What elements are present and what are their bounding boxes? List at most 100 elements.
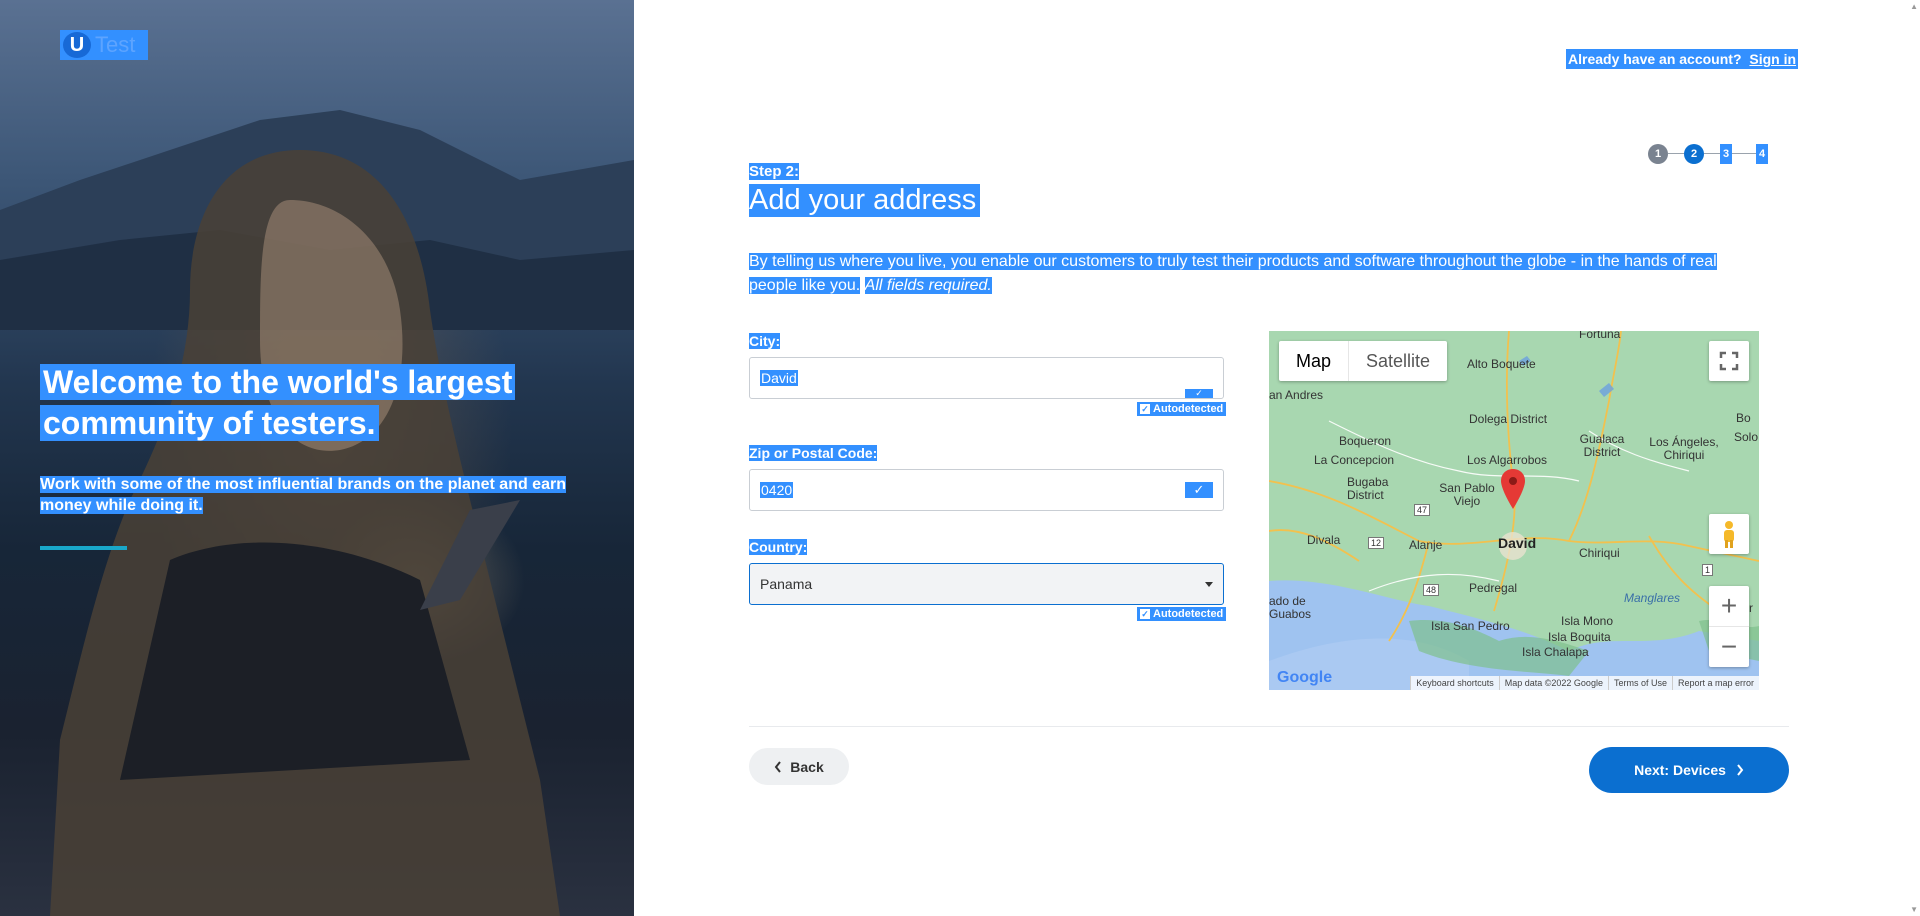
route-shield: 12 (1368, 537, 1385, 549)
dropdown-caret-icon (1205, 582, 1213, 587)
zoom-in-button[interactable]: + (1709, 586, 1749, 626)
location-pin-icon[interactable] (1501, 469, 1525, 509)
map-label: Boqueron (1339, 434, 1392, 448)
map-attribution: Keyboard shortcuts Map data ©2022 Google… (1410, 676, 1759, 690)
city-value: David (760, 370, 798, 386)
map-label: La Concepcion (1314, 453, 1395, 467)
route-shield: 1 (1702, 564, 1714, 576)
map-label: Isla Boquita (1548, 630, 1611, 644)
google-logo[interactable]: Google (1277, 669, 1332, 687)
zip-valid-check-icon: ✓ (1185, 482, 1213, 498)
scroll-up-icon[interactable]: ▲ (1910, 2, 1918, 11)
country-value: Panama (760, 576, 813, 592)
step-4-indicator: 4 (1756, 144, 1768, 164)
hero-panel: U Test Welcome to the world's largest co… (0, 0, 634, 916)
map-label: Divala (1307, 533, 1341, 547)
map-label-city: David (1498, 535, 1537, 551)
map-label: Los Algarrobos (1467, 453, 1548, 467)
map-label: Gualaca District (1579, 432, 1625, 459)
city-valid-check-icon: ✓ (1185, 389, 1213, 398)
scroll-down-icon[interactable]: ▼ (1910, 905, 1918, 914)
map-type-map-button[interactable]: Map (1279, 341, 1350, 381)
keyboard-shortcuts-link[interactable]: Keyboard shortcuts (1410, 676, 1499, 690)
logo-mark: U (63, 32, 91, 58)
route-shield: 47 (1414, 504, 1431, 516)
street-view-pegman-button[interactable] (1709, 514, 1749, 554)
map-label: Isla Chalapa (1522, 645, 1589, 659)
country-label: Country: (749, 539, 808, 555)
form-divider (749, 726, 1789, 727)
map-canvas (1269, 331, 1759, 690)
step-1-indicator: 1 (1648, 144, 1668, 164)
logo-text: Test (95, 32, 136, 57)
step-label: Step 2: (749, 163, 800, 180)
map-label: Fortuna (1579, 331, 1621, 341)
step-2-indicator: 2 (1684, 144, 1704, 164)
back-button[interactable]: Back (749, 748, 849, 785)
route-shield: 48 (1423, 584, 1440, 596)
google-logo-text: Google (1277, 669, 1333, 686)
country-autodetected-badge: ✓ Autodetected (1137, 607, 1227, 621)
signin-link[interactable]: Sign in (1749, 51, 1796, 67)
hero-subtitle-text: Work with some of the most influential b… (40, 476, 566, 514)
stepper-connector (1704, 153, 1720, 154)
zip-field[interactable]: 0420 ✓ (749, 469, 1224, 511)
map-label: Solo (1734, 430, 1759, 444)
next-devices-button[interactable]: Next: Devices (1589, 747, 1789, 793)
intro-text: By telling us where you live, you enable… (749, 250, 1765, 298)
checkbox-check-icon: ✓ (1140, 404, 1150, 414)
country-select[interactable]: Panama (749, 563, 1224, 605)
next-label: Next: Devices (1634, 762, 1726, 778)
back-label: Back (790, 758, 824, 775)
stepper-connector (1732, 153, 1756, 154)
terms-of-use-link[interactable]: Terms of Use (1607, 676, 1672, 690)
fullscreen-button[interactable] (1709, 341, 1749, 381)
map-label: Los Ángeles, Chiriqui (1649, 435, 1719, 462)
map-label: Bo (1736, 411, 1751, 425)
map-label-water: Manglares (1624, 591, 1681, 605)
signin-prompt: Already have an account? Sign in (1566, 49, 1799, 69)
intro-emphasis: All fields required. (864, 277, 992, 294)
chevron-left-icon (774, 760, 782, 773)
fullscreen-icon (1719, 351, 1739, 371)
map-label: Chiriqui (1579, 546, 1620, 560)
hero-title-line2: community of testers. (40, 405, 379, 441)
map-label: San Pablo Viejo (1439, 481, 1495, 508)
hero-title: Welcome to the world's largest community… (40, 362, 600, 444)
zip-label: Zip or Postal Code: (749, 445, 878, 461)
zip-value: 0420 (760, 482, 794, 498)
stepper-connector (1668, 153, 1684, 154)
zoom-controls: + − (1709, 586, 1749, 667)
map-label: Alto Boquete (1467, 357, 1536, 371)
city-autodetected-badge: ✓ Autodetected (1137, 402, 1227, 416)
map-label: Dolega District (1469, 412, 1548, 426)
checkbox-check-icon: ✓ (1140, 609, 1150, 619)
report-map-error-link[interactable]: Report a map error (1671, 676, 1759, 690)
map-label: Bugaba District (1347, 475, 1389, 502)
city-status: Autodetected (1153, 403, 1224, 415)
map-label: an Andres (1269, 388, 1324, 402)
page-title: Add your address (749, 184, 981, 217)
location-map[interactable]: Alto Boquete an Andres Dolega District B… (1269, 331, 1759, 690)
pegman-icon (1724, 521, 1734, 548)
map-type-toggle: Map Satellite (1279, 341, 1448, 381)
progress-stepper: 1 2 3 4 (1648, 144, 1774, 164)
map-label: Isla San Pedro (1431, 619, 1510, 633)
hero-copy: Welcome to the world's largest community… (40, 362, 600, 550)
utest-logo[interactable]: U Test (60, 30, 148, 60)
city-field[interactable]: David ✓ (749, 357, 1224, 399)
map-label: ado de Guabos (1269, 594, 1312, 621)
map-label: Isla Mono (1561, 614, 1614, 628)
step-3-indicator: 3 (1720, 144, 1732, 164)
hero-title-line1: Welcome to the world's largest (40, 364, 516, 400)
map-type-satellite-button[interactable]: Satellite (1349, 341, 1447, 381)
city-label: City: (749, 333, 781, 349)
map-label: Alanje (1409, 538, 1443, 552)
zoom-out-button[interactable]: − (1709, 626, 1749, 666)
hero-subtitle: Work with some of the most influential b… (40, 474, 600, 516)
account-prompt: Already have an account? (1568, 51, 1742, 67)
country-status: Autodetected (1153, 608, 1224, 620)
chevron-right-icon (1737, 764, 1744, 776)
hero-accent-bar (40, 546, 127, 550)
map-label: Pedregal (1469, 581, 1518, 595)
